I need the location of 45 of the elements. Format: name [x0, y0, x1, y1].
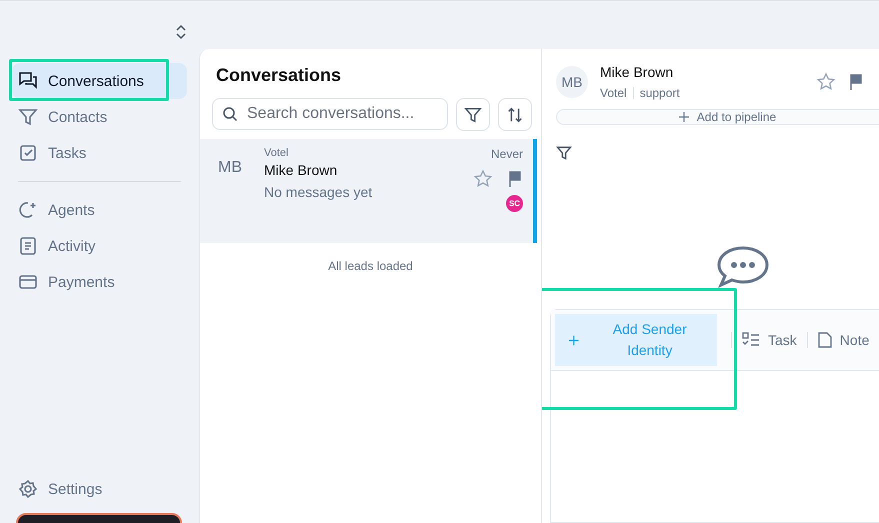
page-title: Conversations	[216, 65, 342, 86]
add-to-pipeline-button[interactable]: Add to pipeline	[556, 109, 879, 125]
checklist-icon	[742, 332, 760, 348]
filter-icon[interactable]	[556, 145, 572, 161]
timestamp: Never	[490, 147, 523, 161]
sparkle-icon	[18, 200, 38, 220]
sidebar-item[interactable]: Activity	[12, 228, 187, 264]
sidebar-item[interactable]: Settings	[12, 471, 187, 507]
plus-icon	[569, 334, 579, 346]
sidebar-item[interactable]: Agents	[12, 192, 187, 228]
add-sender-identity-button[interactable]: Add Sender Identity	[555, 314, 717, 366]
sidebar-item[interactable]: Tasks	[12, 135, 187, 171]
assignee-badge: SC	[506, 195, 523, 212]
company-name: Votel	[264, 147, 290, 159]
task-tab[interactable]: Task	[731, 332, 807, 348]
filter-icon	[464, 106, 482, 124]
contact-name: Mike Brown	[264, 162, 338, 178]
sort-button[interactable]	[498, 98, 532, 131]
company-name: Votel	[600, 86, 627, 100]
conversation-item[interactable]: MB Votel Mike Brown No messages yet Never SC	[200, 139, 533, 243]
note-tab[interactable]: Note	[806, 332, 879, 348]
chat-bubbles-icon	[18, 71, 38, 91]
sidebar-item[interactable]: Payments	[12, 264, 187, 300]
sort-icon	[506, 106, 524, 124]
contact-tag: support	[640, 86, 680, 100]
sidebar-item[interactable]: Contacts	[12, 99, 187, 135]
document-icon	[818, 332, 832, 348]
flag-icon[interactable]	[848, 73, 864, 91]
filter-button[interactable]	[456, 98, 490, 131]
star-icon[interactable]	[816, 72, 836, 92]
search-field[interactable]: Search conversations...	[212, 98, 448, 130]
avatar-initials: MB	[218, 159, 243, 178]
filter-icon	[18, 107, 38, 127]
expand-icon[interactable]	[175, 24, 187, 40]
credit-card-icon	[18, 272, 38, 292]
flag-icon[interactable]	[507, 170, 523, 188]
checkbox-icon	[18, 143, 38, 163]
document-icon	[18, 236, 38, 256]
contact-name: Mike Brown	[600, 64, 674, 80]
avatar: MB	[556, 66, 588, 98]
list-status: All leads loaded	[327, 259, 414, 273]
settings-icon	[18, 479, 38, 499]
plus-icon	[678, 112, 689, 122]
star-icon[interactable]	[473, 169, 493, 189]
message-preview: No messages yet	[264, 184, 374, 200]
